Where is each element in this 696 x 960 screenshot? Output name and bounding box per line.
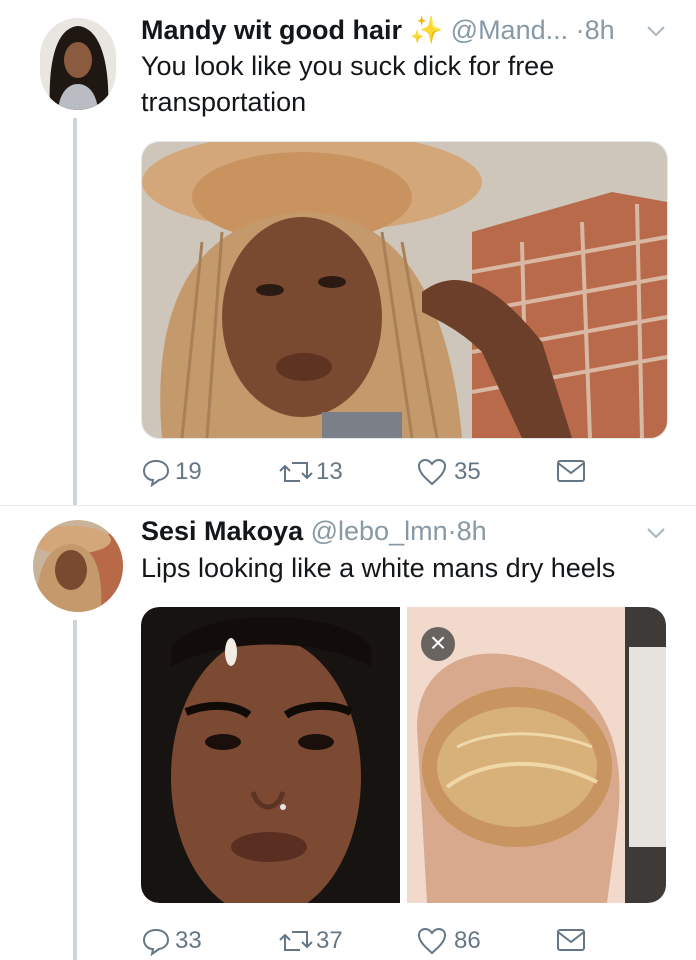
avatar-sesi[interactable] bbox=[33, 520, 123, 612]
envelope-icon bbox=[557, 460, 585, 482]
direct-message-button[interactable] bbox=[555, 457, 587, 485]
avatar-mandy[interactable] bbox=[40, 18, 116, 110]
retweet-count: 37 bbox=[316, 927, 343, 954]
retweet-icon bbox=[279, 931, 313, 951]
tweet-photos: × bbox=[141, 607, 666, 903]
timestamp[interactable]: 8h bbox=[457, 516, 487, 546]
retweet-icon bbox=[279, 462, 313, 482]
close-icon[interactable]: × bbox=[421, 627, 455, 661]
heart-icon bbox=[417, 458, 447, 486]
reply-icon bbox=[142, 459, 170, 487]
tweet-photo-face[interactable] bbox=[141, 607, 400, 903]
retweet-button[interactable]: 37 bbox=[278, 926, 343, 956]
separator: · bbox=[575, 15, 585, 45]
retweet-count: 13 bbox=[316, 458, 343, 485]
envelope-icon bbox=[557, 929, 585, 951]
username[interactable]: @Mand... bbox=[451, 15, 568, 45]
tweet-actions: 33 37 86 bbox=[141, 926, 661, 960]
chevron-down-icon[interactable] bbox=[646, 24, 666, 42]
display-name[interactable]: Mandy wit good hair bbox=[141, 15, 402, 45]
display-name[interactable]: Sesi Makoya bbox=[141, 516, 303, 546]
tweet-text: You look like you suck dick for free tra… bbox=[141, 51, 555, 117]
tweet-header: Mandy wit good hair ✨ @Mand... ·8h bbox=[141, 14, 615, 46]
thread-line bbox=[73, 118, 77, 506]
reply-count: 33 bbox=[175, 927, 202, 954]
reply-button[interactable]: 19 bbox=[141, 457, 202, 487]
timestamp[interactable]: 8h bbox=[585, 15, 615, 45]
tweet-1[interactable]: Mandy wit good hair ✨ @Mand... ·8h You l… bbox=[0, 0, 696, 506]
tweet-header: Sesi Makoya @lebo_lmn·8h bbox=[141, 516, 487, 547]
like-button[interactable]: 35 bbox=[416, 457, 481, 487]
retweet-button[interactable]: 13 bbox=[278, 457, 343, 487]
reply-count: 19 bbox=[175, 458, 202, 485]
separator: · bbox=[447, 516, 457, 546]
heart-icon bbox=[417, 927, 447, 955]
reply-button[interactable]: 33 bbox=[141, 926, 202, 956]
tweet-2[interactable]: Sesi Makoya @lebo_lmn·8h Lips looking li… bbox=[0, 506, 696, 960]
thread-line bbox=[73, 620, 77, 960]
tweet-photo-heel[interactable]: × bbox=[407, 607, 666, 903]
direct-message-button[interactable] bbox=[555, 926, 587, 954]
reply-icon bbox=[142, 928, 170, 956]
username[interactable]: @lebo_lmn bbox=[311, 516, 448, 546]
chevron-down-icon[interactable] bbox=[646, 526, 666, 544]
tweet-photo[interactable] bbox=[141, 141, 668, 439]
sparkles-icon: ✨ bbox=[409, 15, 444, 45]
like-button[interactable]: 86 bbox=[416, 926, 481, 956]
like-count: 86 bbox=[454, 927, 481, 954]
tweet-text: Lips looking like a white mans dry heels bbox=[141, 553, 616, 583]
like-count: 35 bbox=[454, 458, 481, 485]
tweet-actions: 19 13 35 bbox=[141, 457, 661, 491]
